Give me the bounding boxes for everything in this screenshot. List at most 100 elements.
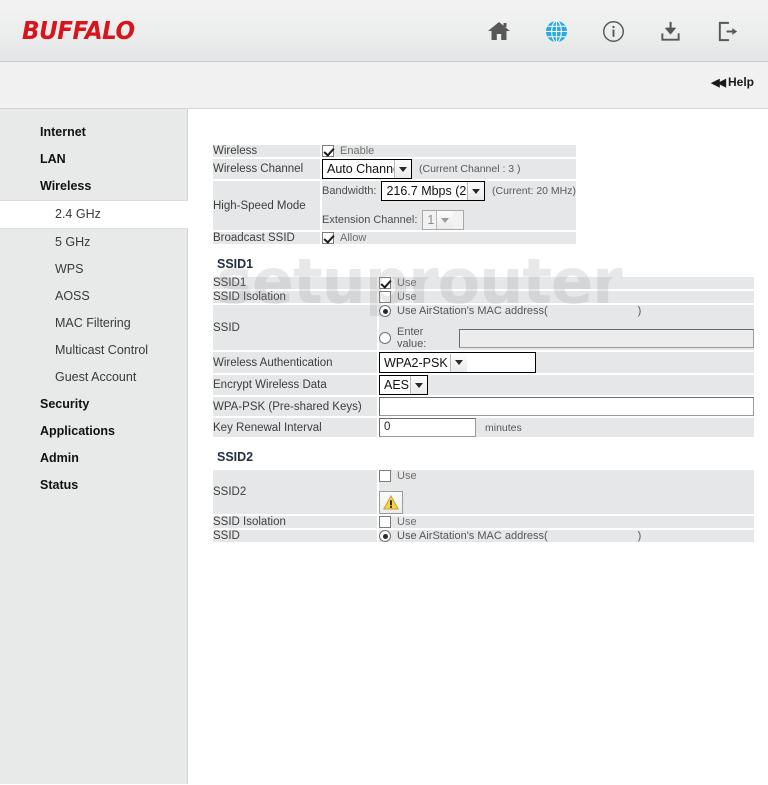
sidebar-item-mac-filtering[interactable]: MAC Filtering xyxy=(0,310,187,337)
broadcast-ssid-allow-label[interactable]: Allow xyxy=(340,232,366,244)
sidebar-item-5-ghz[interactable]: 5 GHz xyxy=(0,229,187,256)
sidebar-item-wireless[interactable]: Wireless xyxy=(0,173,187,200)
sidebar-item-2-4-ghz[interactable]: 2.4 GHz xyxy=(0,200,188,229)
ssid1-key-renewal-input[interactable]: 0 xyxy=(379,418,476,437)
value-ssid1-encrypt: AES xyxy=(378,374,754,397)
value-wireless-channel: Auto Channel (Current Channel : 3 ) xyxy=(321,158,576,181)
sidebar-item-internet[interactable]: Internet xyxy=(0,119,187,146)
label-ssid1-key-renewal: Key Renewal Interval xyxy=(213,417,379,437)
help-label: Help xyxy=(727,75,754,89)
label-ssid1-psk: WPA-PSK (Pre-shared Keys) xyxy=(213,396,379,418)
sub-header-bar: ◀◀ Help xyxy=(0,62,768,109)
ssid1-enter-input[interactable] xyxy=(458,328,754,348)
ssid1-isolation-checkbox[interactable] xyxy=(379,291,391,303)
sidebar-nav: Internet LAN Wireless 2.4 GHz 5 GHz WPS AOSS MA… xyxy=(0,109,188,784)
value-wireless: Enable xyxy=(321,145,576,159)
table-row-ssid1-key-renewal: Key Renewal Interval 0 minutes xyxy=(213,417,754,437)
wireless-enable-checkbox[interactable] xyxy=(322,145,334,157)
sidebar-item-status[interactable]: Status xyxy=(0,472,187,499)
ssid2-use-checkbox[interactable] xyxy=(379,470,391,482)
sidebar-item-applications[interactable]: Applications xyxy=(0,418,187,445)
ssid2-isolation-checkbox[interactable] xyxy=(379,516,391,528)
ssid1-use-label[interactable]: Use xyxy=(397,277,417,289)
app-header: BUFFALO xyxy=(0,0,768,62)
ssid1-encrypt-select-value: AES xyxy=(384,378,410,392)
ssid1-key-renewal-unit: minutes xyxy=(485,421,522,434)
radio-settings-table: Wireless Enable Wireless Channel Auto Ch… xyxy=(213,145,576,244)
label-ssid2-isolation: SSID Isolation xyxy=(213,515,379,530)
ssid1-enter-radio-label: Enter value: xyxy=(397,326,427,350)
ssid1-isolation-label[interactable]: Use xyxy=(397,291,417,303)
chevron-down-icon xyxy=(466,182,484,200)
label-ssid1-isolation: SSID Isolation xyxy=(213,290,379,305)
table-row-ssid1-ssid: SSID Use AirStation's MAC address( ) Ent… xyxy=(213,304,754,352)
ssid1-auth-select[interactable]: WPA2-PSK xyxy=(379,352,536,373)
value-broadcast-ssid: Allow xyxy=(321,231,576,244)
ssid1-enter-radio[interactable] xyxy=(379,332,391,344)
sidebar-item-lan[interactable]: LAN xyxy=(0,146,187,173)
ssid1-encrypt-select[interactable]: AES xyxy=(379,375,428,395)
label-ssid2-ssid: SSID xyxy=(213,529,379,542)
globe-icon[interactable] xyxy=(543,18,569,44)
table-row-wireless: Wireless Enable xyxy=(213,145,576,159)
value-ssid2-ssid: Use AirStation's MAC address( ) xyxy=(378,529,754,542)
chevron-down-icon xyxy=(436,211,454,229)
table-row-ssid1-auth: Wireless Authentication WPA2-PSK xyxy=(213,351,754,375)
download-icon[interactable] xyxy=(657,18,683,44)
label-ssid1: SSID1 xyxy=(213,277,379,291)
sidebar-item-security[interactable]: Security xyxy=(0,391,187,418)
wireless-channel-select-value: Auto Channel xyxy=(327,162,394,176)
chevron-down-icon xyxy=(449,353,467,372)
warning-triangle-icon[interactable] xyxy=(379,491,403,514)
ssid1-mac-radio-label: Use AirStation's MAC address( xyxy=(397,305,548,317)
help-link[interactable]: ◀◀ Help xyxy=(711,75,754,89)
table-row-ssid2-use: SSID2 Use xyxy=(213,470,754,516)
info-icon[interactable] xyxy=(600,18,626,44)
section-title-ssid2: SSID2 xyxy=(217,450,254,464)
table-row-ssid1-psk: WPA-PSK (Pre-shared Keys) xyxy=(213,396,754,418)
extension-channel-select[interactable]: 1 xyxy=(422,210,465,230)
ssid2-table: SSID2 Use SSID Isolation Use SSID Use Ai… xyxy=(213,470,754,542)
sidebar-item-guest-account[interactable]: Guest Account xyxy=(0,364,187,391)
value-ssid1-isolation: Use xyxy=(378,290,754,305)
ssid1-table: SSID1 Use SSID Isolation Use SSID Use Ai… xyxy=(213,277,754,437)
ssid1-mac-radio[interactable] xyxy=(379,305,391,317)
home-icon[interactable] xyxy=(486,18,512,44)
ssid2-use-label[interactable]: Use xyxy=(397,470,417,482)
table-row-ssid1-use: SSID1 Use xyxy=(213,277,754,291)
ssid1-psk-input[interactable] xyxy=(379,397,754,416)
value-ssid1-ssid: Use AirStation's MAC address( ) Enter va… xyxy=(378,304,754,352)
value-ssid1-key-renewal: 0 minutes xyxy=(378,417,754,437)
ssid2-mac-radio[interactable] xyxy=(379,530,391,542)
ssid1-auth-select-value: WPA2-PSK xyxy=(384,355,448,370)
label-ssid1-auth: Wireless Authentication xyxy=(213,351,379,375)
logout-icon[interactable] xyxy=(714,18,740,44)
section-title-ssid1: SSID1 xyxy=(217,257,254,271)
value-ssid1-use: Use xyxy=(378,277,754,291)
sidebar-item-multicast-control[interactable]: Multicast Control xyxy=(0,337,187,364)
ssid1-use-checkbox[interactable] xyxy=(379,277,391,289)
table-row-ssid1-encrypt: Encrypt Wireless Data AES xyxy=(213,374,754,397)
label-wireless-channel: Wireless Channel xyxy=(213,158,322,181)
router-admin-page: BUFFALO ◀◀ Help Internet LAN Wireless 2.… xyxy=(0,0,768,785)
current-channel-hint: (Current Channel : 3 ) xyxy=(419,163,521,175)
help-arrows-icon: ◀◀ xyxy=(711,76,726,89)
sidebar-item-admin[interactable]: Admin xyxy=(0,445,187,472)
wireless-channel-select[interactable]: Auto Channel xyxy=(322,159,412,179)
ssid2-mac-close-paren: ) xyxy=(637,530,642,542)
ssid1-mac-close-paren: ) xyxy=(637,305,642,317)
chevron-down-icon xyxy=(394,160,411,178)
bandwidth-label: Bandwidth: xyxy=(322,185,377,197)
sidebar-item-aoss[interactable]: AOSS xyxy=(0,283,187,310)
table-row-ssid2-isolation: SSID Isolation Use xyxy=(213,515,754,530)
extension-channel-label: Extension Channel: xyxy=(322,214,418,226)
ssid2-isolation-label[interactable]: Use xyxy=(397,516,417,528)
chevron-down-icon xyxy=(410,376,427,394)
table-row-wireless-channel: Wireless Channel Auto Channel (Current C… xyxy=(213,158,576,181)
bandwidth-select[interactable]: 216.7 Mbps (20 MHz) xyxy=(381,181,485,201)
broadcast-ssid-allow-checkbox[interactable] xyxy=(322,232,334,244)
bandwidth-select-value: 216.7 Mbps (20 MHz) xyxy=(386,184,467,198)
label-high-speed-mode: High-Speed Mode xyxy=(213,180,322,232)
wireless-enable-label[interactable]: Enable xyxy=(340,145,374,157)
sidebar-item-wps[interactable]: WPS xyxy=(0,256,187,283)
